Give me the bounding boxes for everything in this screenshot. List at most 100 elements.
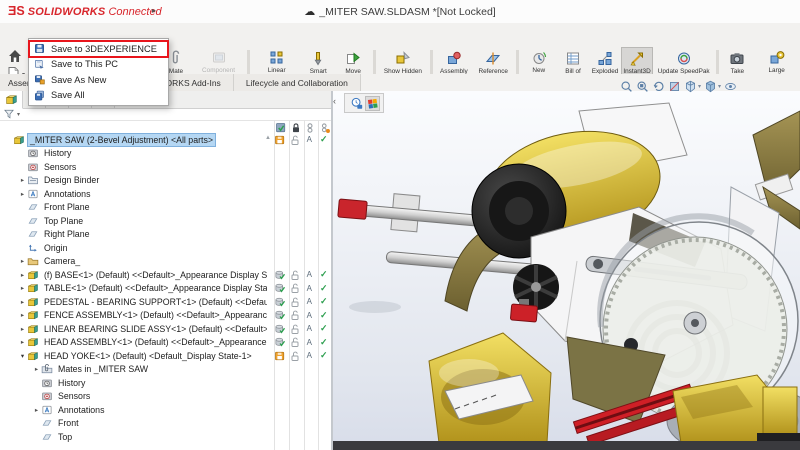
tree-row[interactable]: Camera_ A ✓ <box>0 255 331 269</box>
tree-item-icon <box>27 201 40 213</box>
tree-item-label: Camera_ <box>42 255 82 267</box>
task-pane-pins <box>344 93 384 113</box>
sync-status-cells: A ✓ <box>273 269 331 281</box>
save-menu-item[interactable]: Save All <box>29 88 168 104</box>
headsup-caret-icon[interactable]: ▾ <box>718 83 721 90</box>
tree-row[interactable]: Design Binder A ✓ <box>0 174 331 188</box>
tree-row[interactable]: Top Plane A ✓ <box>0 214 331 228</box>
save-dropdown-menu: Save to 3DEXPERIENCE Save to This PC Sav… <box>28 38 169 106</box>
headsup-icon[interactable] <box>724 80 737 93</box>
headsup-icon[interactable] <box>668 80 681 93</box>
headsup-caret-icon[interactable]: ▾ <box>698 83 701 90</box>
tree-row[interactable]: Mates in _MITER SAW A ✓ <box>0 363 331 377</box>
tree-row[interactable]: Right Plane A ✓ <box>0 228 331 242</box>
uptodate-check-icon: ✓ <box>317 323 332 335</box>
tree-item-icon <box>27 242 40 254</box>
tree-row[interactable]: History A ✓ <box>0 376 331 390</box>
headsup-icon[interactable] <box>620 80 633 93</box>
tree-row[interactable]: Annotations A ✓ <box>0 403 331 417</box>
tree-item-label: Origin <box>42 242 69 254</box>
tree-row[interactable]: Sensors A ✓ <box>0 390 331 404</box>
expander-icon[interactable] <box>18 298 27 306</box>
tree-row[interactable]: (f) BASE<1> (Default) <<Default>_Appeara… <box>0 268 331 282</box>
tree-row[interactable]: Origin A ✓ <box>0 241 331 255</box>
ribbon-button-icon <box>310 50 326 67</box>
expander-icon[interactable] <box>32 365 41 373</box>
expander-icon[interactable] <box>18 176 27 184</box>
revision-mark: A <box>302 309 317 321</box>
headsup-icon[interactable] <box>636 80 649 93</box>
expander-icon[interactable] <box>18 271 27 279</box>
tree-row[interactable]: Front A ✓ <box>0 417 331 431</box>
tree-item-icon <box>41 377 54 389</box>
tree-row[interactable]: Sensors A ✓ <box>0 160 331 174</box>
tree-item-label: History <box>42 147 73 159</box>
save-menu-item[interactable]: Save As New <box>29 72 168 88</box>
expander-icon[interactable] <box>18 190 27 198</box>
headsup-icon[interactable] <box>652 80 665 93</box>
uptodate-check-icon: ✓ <box>317 309 332 321</box>
expander-icon[interactable] <box>32 406 41 414</box>
tree-item-icon <box>13 134 26 146</box>
tree-row[interactable]: History A ✓ <box>0 147 331 161</box>
sync-status-cells: A ✓ <box>273 309 331 321</box>
command-tab[interactable]: Lifecycle and Collaboration <box>234 74 361 91</box>
expander-icon[interactable] <box>18 284 27 292</box>
home-icon[interactable] <box>7 48 23 64</box>
graphics-viewport[interactable] <box>332 91 800 450</box>
tree-item-label: (f) BASE<1> (Default) <<Default>_Appeara… <box>42 269 267 281</box>
miter-saw-model <box>333 91 800 450</box>
tree-row[interactable]: PEDESTAL - BEARING SUPPORT<1> (Default) … <box>0 295 331 309</box>
headsup-icon[interactable] <box>704 80 717 93</box>
ribbon-button-icon <box>676 50 692 67</box>
save-menu-item-icon <box>34 43 45 54</box>
tree-item-label: Front <box>56 417 81 429</box>
synced-icon <box>274 296 286 308</box>
save-menu-item[interactable]: Save to 3DEXPERIENCE <box>29 41 168 57</box>
panel-collapse-icon[interactable]: ‹ <box>333 96 336 106</box>
synced-icon <box>274 336 286 348</box>
expander-icon[interactable] <box>18 352 27 360</box>
unlocked-icon <box>289 269 301 281</box>
save-menu-item-label: Save As New <box>51 75 106 85</box>
tree-row[interactable]: LINEAR BEARING SLIDE ASSY<1> (Default) <… <box>0 322 331 336</box>
synced-icon <box>274 309 286 321</box>
save-status-column-icon <box>275 122 287 134</box>
tree-filter-row[interactable]: ▾ <box>0 108 331 121</box>
tree-item-label: TABLE<1> (Default) <<Default>_Appearance… <box>42 282 267 294</box>
tree-row[interactable]: Front Plane A ✓ <box>0 201 331 215</box>
tree-row[interactable]: Top A ✓ <box>0 430 331 444</box>
revision-mark: A <box>302 134 317 146</box>
expander-icon[interactable] <box>18 338 27 346</box>
pending-operations-icon[interactable] <box>350 97 363 110</box>
tree-item-icon <box>27 309 40 321</box>
save-menu-item-label: Save to 3DEXPERIENCE <box>51 44 157 54</box>
tree-item-icon <box>27 350 40 362</box>
tree-item-label: LINEAR BEARING SLIDE ASSY<1> (Default) <… <box>42 323 267 335</box>
tree-item-label: Annotations <box>42 188 92 200</box>
tree-item-icon <box>27 174 40 186</box>
unlocked-icon <box>289 336 301 348</box>
3dexperience-pane-icon[interactable] <box>366 97 379 110</box>
save-menu-item[interactable]: Save to This PC <box>29 57 168 73</box>
filter-caret-icon[interactable]: ▾ <box>17 111 20 118</box>
ribbon-button-icon <box>729 50 745 67</box>
expander-icon[interactable] <box>18 311 27 319</box>
tree-row[interactable]: TABLE<1> (Default) <<Default>_Appearance… <box>0 282 331 296</box>
expander-icon[interactable] <box>18 325 27 333</box>
tree-row[interactable]: Annotations A ✓ <box>0 187 331 201</box>
tree-row[interactable]: HEAD YOKE<1> (Default) <Default_Display … <box>0 349 331 363</box>
tree-item-label: Top <box>56 431 74 443</box>
ribbon-button-icon <box>345 50 361 67</box>
panel-tab[interactable] <box>0 91 23 109</box>
tree-item-label: FENCE ASSEMBLY<1> (Default) <<Default>_A… <box>42 309 267 321</box>
tree-row[interactable]: _MITER SAW (2-Bevel Adjustment) <All par… <box>0 133 331 147</box>
sync-status-cells: A ✓ <box>273 134 331 146</box>
tree-row[interactable]: HEAD ASSEMBLY<1> (Default) <<Default>_Ap… <box>0 336 331 350</box>
tree-item-icon <box>27 269 40 281</box>
tree-row[interactable]: FENCE ASSEMBLY<1> (Default) <<Default>_A… <box>0 309 331 323</box>
headsup-icon[interactable] <box>684 80 697 93</box>
funnel-icon <box>3 108 15 120</box>
expander-icon[interactable] <box>18 257 27 265</box>
uptodate-check-icon: ✓ <box>317 282 332 294</box>
